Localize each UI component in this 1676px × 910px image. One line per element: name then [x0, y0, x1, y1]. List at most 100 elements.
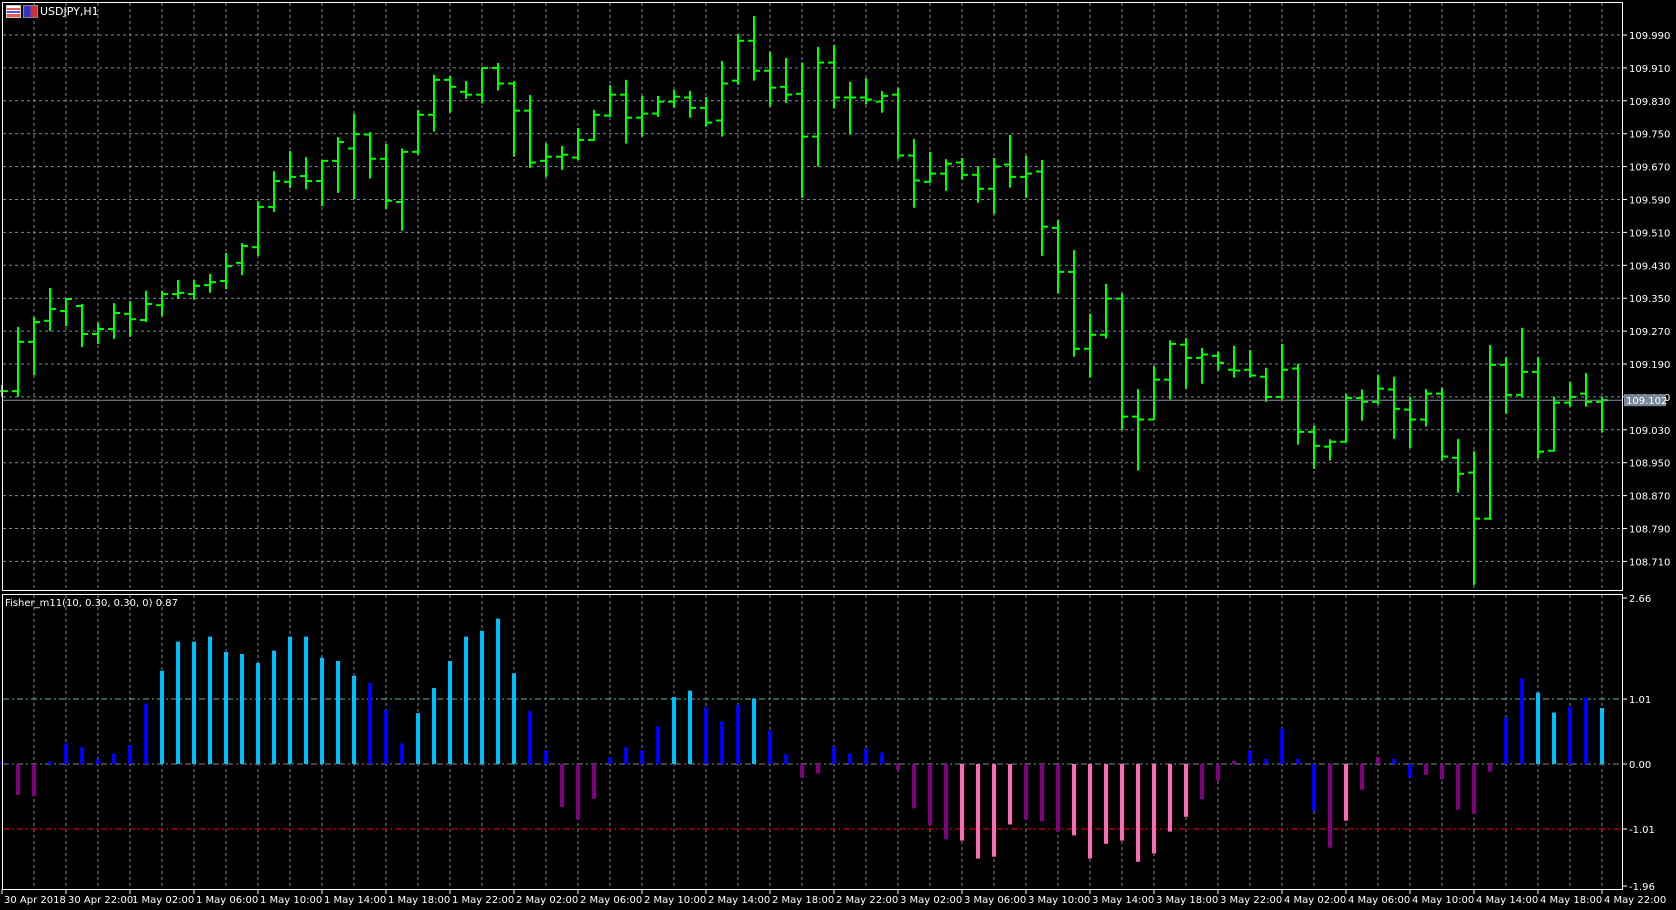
- chart-window-icon[interactable]: [6, 5, 21, 18]
- time-tick-label: 1 May 06:00: [196, 895, 258, 906]
- fisher-bar: [480, 630, 484, 764]
- price-bar: [284, 150, 296, 188]
- fisher-bar: [976, 764, 980, 859]
- fisher-bar: [832, 746, 836, 764]
- fisher-bar: [400, 743, 404, 764]
- fisher-bar: [1472, 764, 1476, 814]
- price-bar: [1420, 389, 1432, 427]
- current-price-label: 109.102: [1626, 396, 1667, 407]
- price-bar: [220, 252, 232, 290]
- price-tick-label: 109.990: [1629, 31, 1670, 42]
- price-bar: [332, 136, 344, 193]
- fisher-bar: [1392, 758, 1396, 764]
- fisher-bar: [144, 703, 148, 764]
- price-bar: [1340, 393, 1352, 443]
- fisher-bar: [800, 764, 804, 778]
- price-bar: [1276, 343, 1288, 400]
- fisher-bar: [432, 688, 436, 764]
- price-bar: [188, 280, 200, 300]
- price-bar: [540, 143, 552, 177]
- price-bar: [1036, 160, 1048, 256]
- fisher-bar: [1536, 692, 1540, 764]
- price-bar: [716, 60, 728, 137]
- price-bar: [1004, 134, 1016, 188]
- price-tick-label: 109.350: [1629, 294, 1670, 305]
- fisher-bar: [1088, 764, 1092, 859]
- indicator-tick-label: 1.01: [1629, 695, 1651, 706]
- price-tick-label: 109.270: [1629, 327, 1670, 338]
- fisher-bar: [464, 636, 468, 764]
- price-bar: [1596, 396, 1608, 433]
- fisher-bar: [240, 653, 244, 764]
- price-bar: [572, 127, 584, 161]
- fisher-bar: [848, 753, 852, 764]
- price-bar: [828, 44, 840, 109]
- fisher-bar: [544, 750, 548, 764]
- price-bar: [732, 34, 744, 85]
- price-bar: [1100, 283, 1112, 339]
- fisher-bar: [416, 713, 420, 764]
- price-bar: [428, 74, 440, 132]
- fisher-bar: [784, 754, 788, 764]
- time-tick-label: 1 May 10:00: [260, 895, 322, 906]
- time-tick-label: 4 May 14:00: [1476, 895, 1538, 906]
- fisher-bar: [448, 661, 452, 764]
- time-tick-label: 2 May 02:00: [516, 895, 578, 906]
- price-tick-label: 109.670: [1629, 163, 1670, 174]
- fisher-bar: [1072, 764, 1076, 836]
- fisher-bar: [672, 697, 676, 764]
- price-bar: [796, 62, 808, 198]
- time-tick-label: 4 May 10:00: [1412, 895, 1474, 906]
- fisher-bar: [64, 743, 68, 764]
- price-bar: [444, 76, 456, 113]
- price-bar: [1564, 382, 1576, 407]
- price-bar: [940, 159, 952, 191]
- fisher-bar: [912, 764, 916, 809]
- price-bar: [1484, 345, 1496, 520]
- price-bar: [1324, 439, 1336, 461]
- fisher-bar: [752, 698, 756, 764]
- fisher-bar: [688, 690, 692, 764]
- time-tick-label: 2 May 10:00: [644, 895, 706, 906]
- price-bar: [1196, 347, 1208, 384]
- fisher-bar: [592, 764, 596, 799]
- indicator-axis: 2.66 1.01 0.00 -1.01 -1.96: [1623, 594, 1655, 893]
- price-bar: [524, 95, 536, 168]
- price-tick-label: 108.710: [1629, 557, 1670, 568]
- price-bar: [364, 132, 376, 179]
- fisher-bar: [1504, 717, 1508, 764]
- fisher-bar: [1296, 758, 1300, 764]
- current-price-badge: 109.102: [1624, 394, 1667, 407]
- price-tick-label: 109.190: [1629, 360, 1670, 371]
- fisher-bar: [1440, 764, 1444, 780]
- price-bar: [652, 95, 664, 117]
- fisher-bar: [1120, 764, 1124, 841]
- fisher-bar: [512, 673, 516, 764]
- fisher-bar: [880, 752, 884, 764]
- fisher-bar: [1104, 764, 1108, 844]
- price-bar: [684, 90, 696, 118]
- chart-canvas[interactable]: 109.990 109.910 109.830 109.750 109.670 109.5…: [0, 0, 1676, 910]
- panel-frames: [2, 2, 1623, 890]
- time-tick-label: 4 May 06:00: [1348, 895, 1410, 906]
- fisher-bar: [128, 745, 132, 764]
- price-bars: [0, 16, 1608, 585]
- fisher-bar: [1376, 756, 1380, 764]
- time-tick-label: 4 May 22:00: [1604, 895, 1666, 906]
- indicator-label: Fisher_m11(10, 0.30, 0.30, 0) 0.87: [5, 598, 179, 609]
- fisher-bar: [928, 764, 932, 826]
- price-bar: [1148, 366, 1160, 421]
- expert-advisor-icon[interactable]: [23, 5, 38, 18]
- fisher-bar: [1232, 760, 1236, 764]
- price-tick-label: 109.830: [1629, 97, 1670, 108]
- price-bar: [1356, 389, 1368, 421]
- fisher-bar: [176, 641, 180, 764]
- fisher-bar: [1216, 764, 1220, 781]
- price-bar: [476, 66, 488, 104]
- fisher-bar: [1168, 764, 1172, 832]
- fisher-bar: [1456, 764, 1460, 810]
- fisher-bar: [208, 636, 212, 764]
- price-bar: [0, 384, 8, 397]
- fisher-bar: [576, 764, 580, 820]
- fisher-bar: [384, 709, 388, 764]
